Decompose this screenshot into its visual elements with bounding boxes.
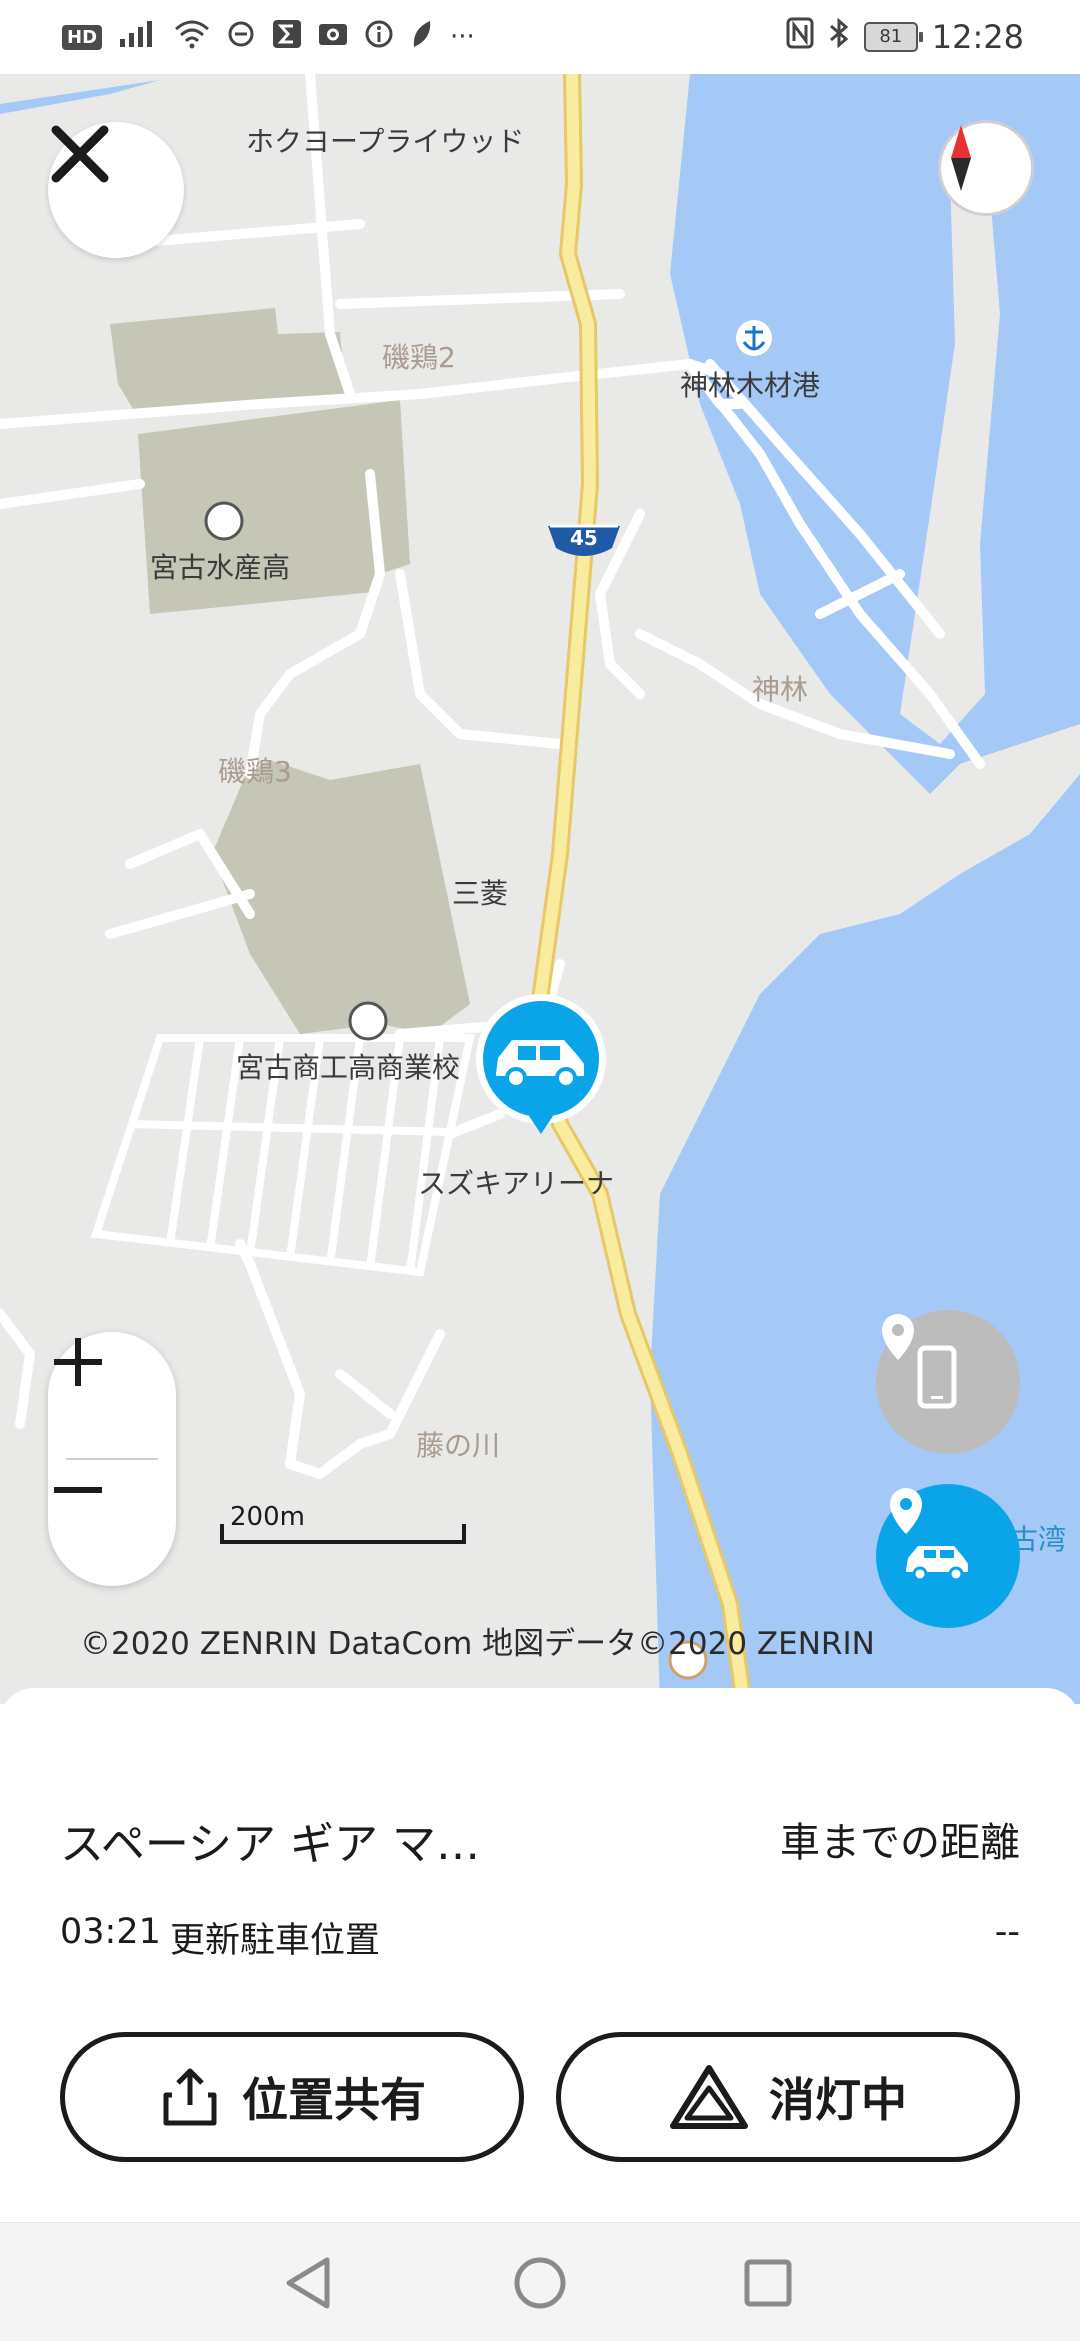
nav-recents-button[interactable] xyxy=(738,2253,798,2313)
map-label-miyako-shoko: 宮古商工高商業校 xyxy=(236,1051,461,1084)
home-circle-icon xyxy=(514,2257,566,2309)
nav-home-button[interactable] xyxy=(510,2253,570,2313)
more-icon: ··· xyxy=(450,22,475,52)
close-icon xyxy=(51,125,109,183)
map-label-kanbayashi-port: 神林木材港 xyxy=(680,369,821,402)
leaf-icon xyxy=(410,19,434,56)
scale-bar xyxy=(220,1524,466,1544)
map-scale: 200m xyxy=(220,1502,466,1544)
map-view[interactable]: ホクヨープライウッド 磯鶏2 神林木材港 45 宮古水産高 神林 磯鶏3 三菱 … xyxy=(0,74,1080,1704)
battery-icon: 81 xyxy=(863,22,923,52)
info-icon xyxy=(364,19,394,56)
map-label-miyako-suisan: 宮古水産高 xyxy=(150,551,291,584)
compass-button[interactable] xyxy=(938,120,1034,216)
car-location-icon xyxy=(890,1488,968,1582)
map-copyright: ©2020 ZENRIN DataCom 地図データ©2020 ZENRIN xyxy=(80,1626,875,1662)
plus-icon xyxy=(54,1338,102,1386)
zoom-in-button[interactable] xyxy=(48,1332,176,1458)
zoom-control xyxy=(48,1332,176,1586)
school-icon-suisan xyxy=(204,501,244,541)
nfc-call-icon xyxy=(226,19,256,56)
phone-location-button[interactable] xyxy=(876,1310,1020,1454)
map-label-mitsubishi: 三菱 xyxy=(452,877,509,910)
back-triangle-icon xyxy=(286,2257,330,2309)
school-icon-shoko xyxy=(348,1001,388,1041)
hd-badge: HD xyxy=(62,24,103,50)
distance-label: 車までの距離 xyxy=(780,1820,1020,1866)
map-label-kanbayashi: 神林 xyxy=(752,673,809,706)
recents-square-icon xyxy=(744,2259,792,2307)
zoom-out-button[interactable] xyxy=(48,1460,176,1586)
phone-location-icon xyxy=(882,1314,957,1409)
share-icon xyxy=(163,2068,217,2126)
system-navigation-bar xyxy=(0,2222,1080,2341)
compass-icon xyxy=(951,125,971,191)
share-label: 位置共有 xyxy=(242,2073,426,2127)
clock: 12:28 xyxy=(931,18,1024,56)
hazard-triangle-icon xyxy=(670,2065,748,2129)
status-bar-left: HD ··· xyxy=(62,14,475,60)
close-button[interactable] xyxy=(48,122,184,258)
wifi-icon xyxy=(174,19,210,56)
hazard-label: 消灯中 xyxy=(769,2073,907,2127)
share-location-button[interactable]: 位置共有 xyxy=(60,2032,524,2162)
car-marker-icon xyxy=(476,994,606,1134)
map-label-isokei3: 磯鶏3 xyxy=(218,755,292,788)
bluetooth-icon xyxy=(828,17,850,57)
car-location-marker[interactable] xyxy=(474,992,608,1152)
minus-icon xyxy=(54,1487,102,1493)
nfc-icon xyxy=(786,17,814,57)
camera-icon xyxy=(318,19,348,56)
update-time: 03:21 xyxy=(60,1912,161,1952)
car-location-button[interactable] xyxy=(876,1484,1020,1628)
nav-back-button[interactable] xyxy=(278,2253,338,2313)
vehicle-info-sheet: スペーシア ギア マ… 車までの距離 03:21 更新駐車位置 -- 位置共有 … xyxy=(0,1688,1080,2222)
status-bar: HD ··· 81 12:28 xyxy=(0,0,1080,74)
car-name: スペーシア ギア マ… xyxy=(60,1819,481,1870)
sigma-icon xyxy=(272,19,302,56)
update-label: 更新駐車位置 xyxy=(170,1921,381,1961)
route-45-label: 45 xyxy=(570,526,598,550)
map-label-fujinokawa: 藤の川 xyxy=(416,1429,501,1462)
map-label-hokuyo: ホクヨープライウッド xyxy=(246,125,525,158)
map-label-suzuki-arena: スズキアリーナ xyxy=(418,1167,615,1200)
status-bar-right: 81 12:28 xyxy=(786,14,1024,60)
map-label-isokei2: 磯鶏2 xyxy=(382,341,456,374)
distance-value: -- xyxy=(994,1912,1020,1952)
water-river xyxy=(0,80,160,114)
signal-icon xyxy=(118,19,158,56)
hazard-lights-button[interactable]: 消灯中 xyxy=(556,2032,1020,2162)
